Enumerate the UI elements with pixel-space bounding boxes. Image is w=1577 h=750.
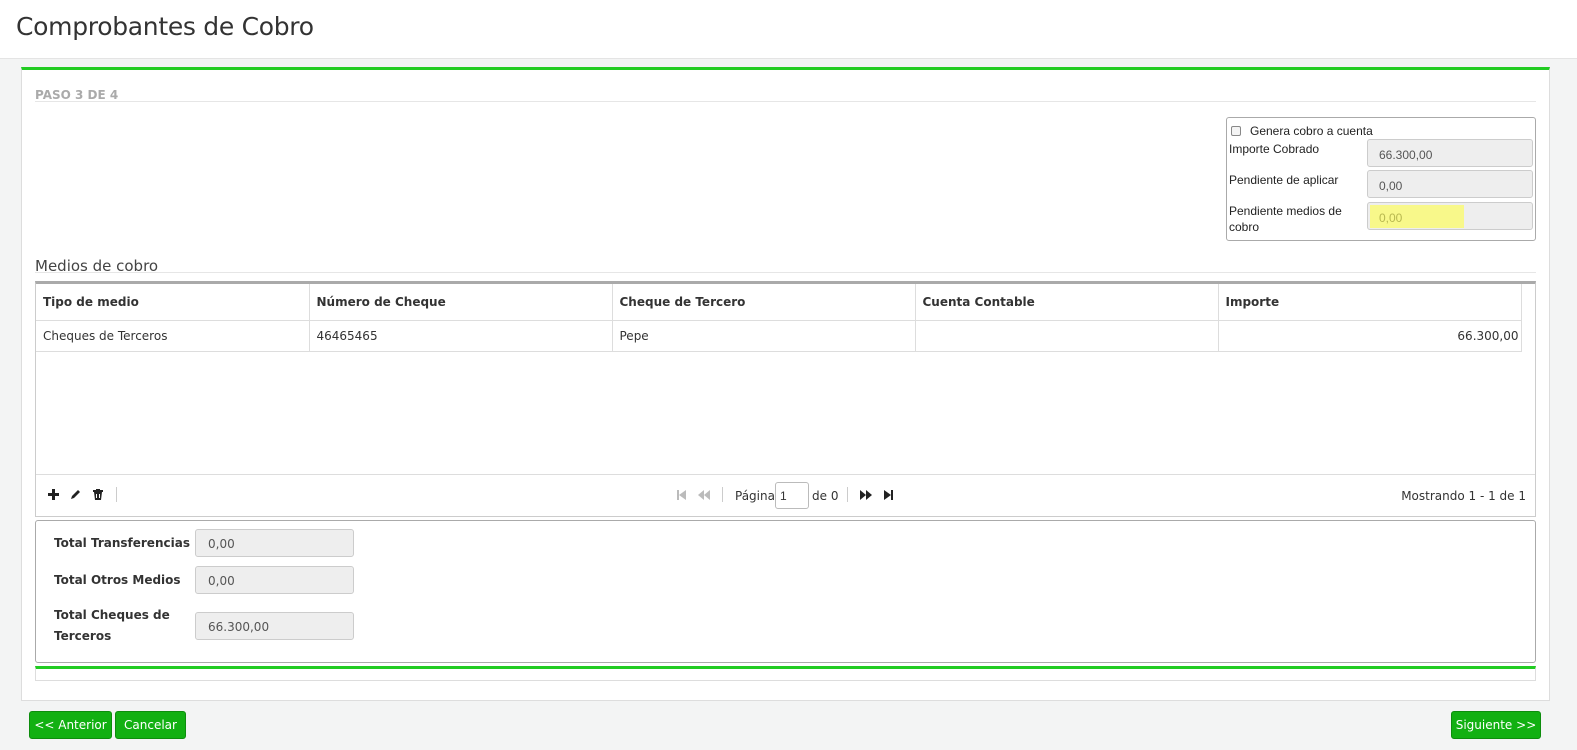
wizard-panel: PASO 3 DE 4 Genera cobro a cuenta Import…: [21, 67, 1550, 701]
pager-separator: [722, 487, 723, 502]
genera-cobro-checkbox[interactable]: [1231, 126, 1241, 136]
prev-page-icon[interactable]: [698, 489, 710, 503]
table-header-row: Tipo de medio Número de Cheque Cheque de…: [36, 284, 1522, 321]
cell-numero: 46465465: [309, 320, 613, 352]
pendiente-medios-field: 0,00: [1367, 202, 1533, 230]
cell-cuenta: [915, 320, 1219, 352]
cancelar-button[interactable]: Cancelar: [115, 711, 186, 739]
column-header-tipo[interactable]: Tipo de medio: [36, 284, 310, 321]
column-header-numero[interactable]: Número de Cheque: [309, 284, 613, 321]
pendiente-aplicar-field: 0,00: [1367, 170, 1533, 198]
pendiente-medios-label: Pendiente medios de cobro: [1229, 204, 1342, 234]
pager-info: Mostrando 1 - 1 de 1: [1401, 489, 1526, 503]
pendiente-medios-value: 0,00: [1370, 205, 1464, 228]
cell-cheque-tercero: Pepe: [612, 320, 916, 352]
step-label: PASO 3 DE 4: [35, 88, 119, 102]
medios-table: Tipo de medio Número de Cheque Cheque de…: [36, 284, 1522, 352]
first-page-icon[interactable]: [677, 489, 686, 503]
total-transferencias-field: 0,00: [195, 529, 354, 557]
pencil-icon[interactable]: [70, 489, 81, 503]
cell-importe: 66.300,00: [1218, 320, 1522, 352]
page-title: Comprobantes de Cobro: [16, 12, 314, 41]
total-cheques-label: Total Cheques de Terceros: [54, 608, 170, 643]
total-transferencias-label: Total Transferencias: [54, 536, 190, 550]
page-number-input[interactable]: 1: [775, 482, 809, 509]
top-header: Comprobantes de Cobro: [0, 0, 1577, 59]
cell-tipo: Cheques de Terceros: [36, 320, 310, 352]
summary-box: Genera cobro a cuenta Importe Cobrado 66…: [1226, 117, 1536, 241]
total-otros-label: Total Otros Medios: [54, 573, 181, 587]
table-row[interactable]: Cheques de Terceros 46465465 Pepe 66.300…: [36, 320, 1522, 352]
anterior-button[interactable]: << Anterior: [29, 711, 112, 739]
total-otros-field: 0,00: [195, 566, 354, 594]
importe-cobrado-label: Importe Cobrado: [1229, 142, 1320, 156]
column-header-cuenta[interactable]: Cuenta Contable: [915, 284, 1219, 321]
genera-cobro-label: Genera cobro a cuenta: [1250, 124, 1373, 138]
total-cheques-field: 66.300,00: [195, 612, 354, 640]
page-label: Página: [735, 489, 775, 503]
totals-box: Total Transferencias 0,00 Total Otros Me…: [35, 520, 1536, 663]
medios-grid: Tipo de medio Número de Cheque Cheque de…: [35, 281, 1536, 517]
genera-cobro-checkbox-row[interactable]: Genera cobro a cuenta: [1231, 124, 1373, 138]
trash-icon[interactable]: [93, 489, 103, 503]
pendiente-aplicar-label: Pendiente de aplicar: [1229, 173, 1339, 187]
pager-separator: [847, 487, 848, 502]
pager-separator: [116, 487, 117, 502]
importe-cobrado-field: 66.300,00: [1367, 139, 1533, 167]
bottom-step-bar: [35, 666, 1536, 681]
next-page-icon[interactable]: [860, 489, 872, 503]
column-header-cheque-tercero[interactable]: Cheque de Tercero: [612, 284, 916, 321]
siguiente-button[interactable]: Siguiente >>: [1451, 711, 1541, 739]
medios-divider: [35, 272, 1536, 273]
step-divider: [35, 101, 1536, 102]
grid-pager: Página 1 de 0 Mostrando 1 - 1 de 1: [36, 474, 1535, 517]
last-page-icon[interactable]: [884, 489, 893, 503]
plus-icon[interactable]: [48, 489, 59, 503]
page-count-label: de 0: [812, 489, 839, 503]
column-header-importe[interactable]: Importe: [1218, 284, 1522, 321]
